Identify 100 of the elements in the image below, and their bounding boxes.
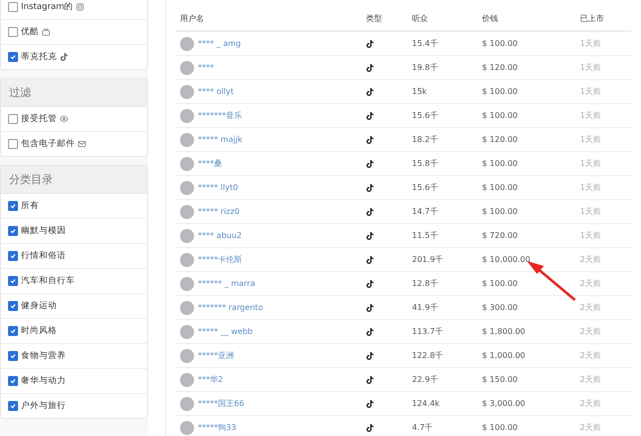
price-cell: $ 1,000.00 <box>482 344 580 368</box>
price-cell: $ 120.00 <box>482 56 580 80</box>
checkbox[interactable] <box>8 376 18 386</box>
username-link[interactable]: ***** rizz0 <box>198 207 240 216</box>
checkbox[interactable] <box>8 251 18 261</box>
column-header: 用户名 <box>176 6 366 32</box>
tiktok-icon <box>366 136 374 144</box>
checkbox[interactable] <box>8 276 18 286</box>
audience-cell: 4.7千 <box>412 416 482 436</box>
username-link[interactable]: **** abuu2 <box>198 231 242 240</box>
price-cell: $ 3,000.00 <box>482 392 580 416</box>
listed-cell: 1天前 <box>580 176 631 200</box>
checkbox-label: Instagram的 <box>21 1 74 13</box>
column-header: 价钱 <box>482 6 580 32</box>
username-link[interactable]: ***** majjk <box>198 135 242 144</box>
audience-cell: 15.6千 <box>412 104 482 128</box>
tiktok-icon <box>366 280 374 288</box>
column-header: 听众 <box>412 6 482 32</box>
audience-cell: 11.5千 <box>412 224 482 248</box>
checkbox-label: 包含电子邮件 <box>21 138 75 150</box>
eye-icon <box>60 115 68 123</box>
audience-cell: 124.4k <box>412 392 482 416</box>
avatar <box>180 132 194 146</box>
checkbox[interactable] <box>8 201 18 211</box>
checkbox-label: 户外与旅行 <box>21 400 66 412</box>
listed-cell: 2天前 <box>580 320 631 344</box>
audience-cell: 41.9千 <box>412 296 482 320</box>
checkbox-label: 健身运动 <box>21 300 57 312</box>
checkbox[interactable] <box>8 301 18 311</box>
listed-cell: 1天前 <box>580 32 631 56</box>
audience-cell: 12.8千 <box>412 272 482 296</box>
username-link[interactable]: *****国王66 <box>198 398 244 409</box>
username-link[interactable]: ****桑 <box>198 158 222 169</box>
checkmark-icon <box>10 54 16 60</box>
audience-cell: 15k <box>412 80 482 104</box>
checkmark-icon <box>10 303 16 309</box>
listed-cell: 1天前 <box>580 56 631 80</box>
username-link[interactable]: *****狗33 <box>198 422 236 433</box>
avatar <box>180 300 194 314</box>
username-link[interactable]: **** <box>198 63 214 72</box>
checkbox-label: 奢华与动力 <box>21 375 66 387</box>
listed-cell: 2天前 <box>580 272 631 296</box>
audience-cell: 15.4千 <box>412 32 482 56</box>
avatar <box>180 396 194 410</box>
checkbox[interactable] <box>8 2 18 12</box>
price-cell: $ 100.00 <box>482 152 580 176</box>
username-link[interactable]: ***** llyt0 <box>198 183 238 192</box>
tiktok-icon <box>366 40 374 48</box>
audience-cell: 201.9千 <box>412 248 482 272</box>
username-link[interactable]: *****亚洲 <box>198 350 234 361</box>
tiktok-icon <box>366 400 374 408</box>
username-link[interactable]: **** ollyt <box>198 87 234 96</box>
username-link[interactable]: ***** __ webb <box>198 327 253 336</box>
username-link[interactable]: *****卡伦斯 <box>198 254 242 265</box>
checkmark-icon <box>10 403 16 409</box>
price-cell: $ 300.00 <box>482 296 580 320</box>
username-link[interactable]: ***华2 <box>198 374 224 385</box>
avatar <box>180 372 194 386</box>
checkbox[interactable] <box>8 52 18 62</box>
avatar <box>180 252 194 266</box>
checkmark-icon <box>10 353 16 359</box>
checkbox[interactable] <box>8 114 18 124</box>
listed-cell: 2天前 <box>580 248 631 272</box>
checkbox-label: 接受托管 <box>21 113 57 125</box>
tiktok-icon <box>366 256 374 264</box>
username-link[interactable]: **** _ amg <box>198 39 241 48</box>
tiktok-icon <box>366 352 374 360</box>
checkmark-icon <box>10 278 16 284</box>
price-cell: $ 100.00 <box>482 272 580 296</box>
checkbox[interactable] <box>8 27 18 37</box>
username-link[interactable]: ******* rargento <box>198 303 263 312</box>
tiktok-icon <box>366 88 374 96</box>
audience-cell: 122.8千 <box>412 344 482 368</box>
avatar <box>180 276 194 290</box>
audience-cell: 22.9千 <box>412 368 482 392</box>
section-header: 过滤 <box>1 79 147 107</box>
tiktok-icon <box>366 184 374 192</box>
price-cell: $ 1,800.00 <box>482 320 580 344</box>
checkbox-label: 汽车和自行车 <box>21 275 75 287</box>
checkbox[interactable] <box>8 351 18 361</box>
checkbox[interactable] <box>8 401 18 411</box>
tiktok-icon <box>60 53 68 61</box>
checkmark-icon <box>10 228 16 234</box>
avatar <box>180 348 194 362</box>
price-cell: $ 100.00 <box>482 32 580 56</box>
username-link[interactable]: *******音乐 <box>198 110 242 121</box>
checkbox-label: 蒂克托克 <box>21 51 57 63</box>
username-link[interactable]: ****** _ marra <box>198 279 256 288</box>
audience-cell: 14.7千 <box>412 200 482 224</box>
listed-cell: 2天前 <box>580 344 631 368</box>
section-header: 分类目录 <box>1 166 147 194</box>
annotation-arrow <box>527 261 576 301</box>
checkbox[interactable] <box>8 226 18 236</box>
checkbox-label: 时尚风格 <box>21 325 57 337</box>
avatar <box>180 36 194 50</box>
listed-cell: 2天前 <box>580 368 631 392</box>
checkbox[interactable] <box>8 326 18 336</box>
avatar <box>180 156 194 170</box>
checkbox-label: 所有 <box>21 200 39 212</box>
checkbox[interactable] <box>8 139 18 149</box>
